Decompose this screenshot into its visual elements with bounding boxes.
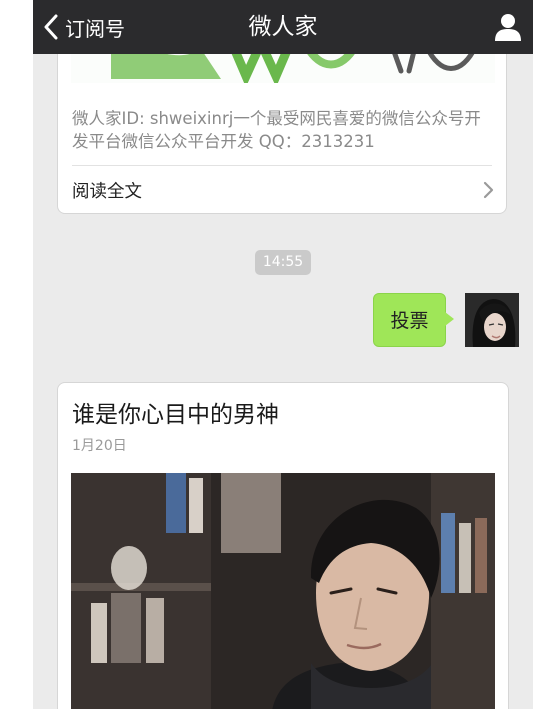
article-description: 微人家ID: shweixinrj一个最受网民喜爱的微信公众号开发平台微信公众平… [72, 109, 481, 151]
news-card[interactable]: 谁是你心目中的男神 1月20日 [57, 382, 509, 709]
person-icon[interactable] [493, 12, 523, 42]
bubble-tail [445, 312, 454, 326]
article-card[interactable]: 微人家ID: shweixinrj一个最受网民喜爱的微信公众号开发平台微信公众平… [57, 30, 507, 214]
chevron-right-icon [483, 181, 494, 199]
news-date: 1月20日 [72, 438, 127, 454]
sent-message-bubble[interactable]: 投票 [373, 293, 446, 347]
chat-screen: 订阅号 微人家 微人家ID: shweixinrj一个最受网民喜爱的微信公众号开… [33, 0, 533, 709]
avatar[interactable] [465, 293, 519, 347]
divider [72, 165, 492, 166]
navigation-bar: 订阅号 微人家 [33, 0, 533, 54]
message-timestamp: 14:55 [255, 250, 311, 275]
news-title: 谁是你心目中的男神 [72, 402, 279, 428]
news-cover-image [71, 473, 495, 709]
page-title: 微人家 [248, 14, 318, 40]
read-full-link[interactable]: 阅读全文 [72, 178, 142, 203]
